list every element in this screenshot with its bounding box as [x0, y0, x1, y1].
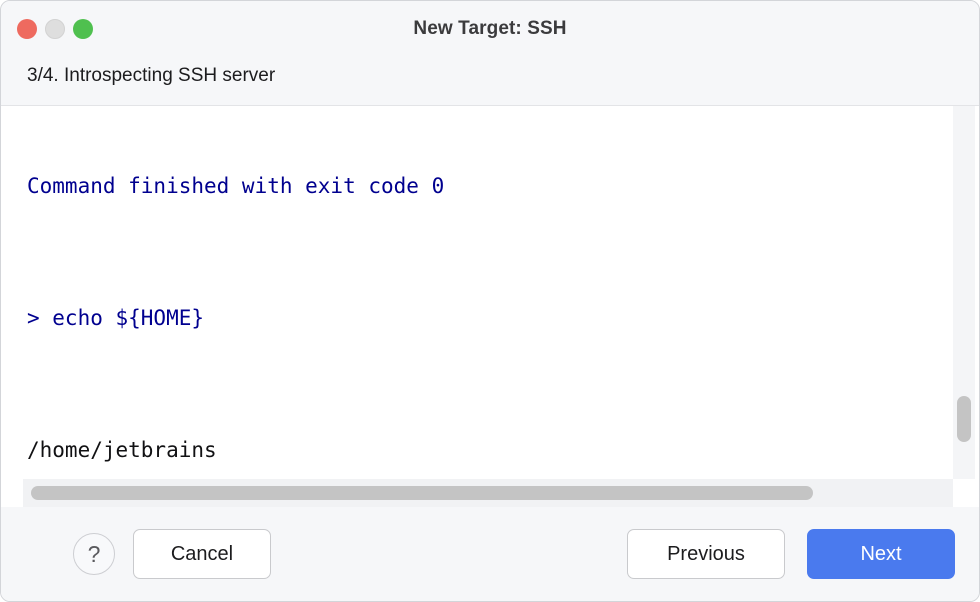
console-line: > echo ${HOME}: [27, 306, 205, 330]
minimize-window-button[interactable]: [45, 19, 65, 39]
horizontal-scrollbar-thumb[interactable]: [31, 486, 813, 500]
maximize-window-button[interactable]: [73, 19, 93, 39]
next-button[interactable]: Next: [807, 529, 955, 579]
title-bar: New Target: SSH: [1, 1, 979, 57]
new-target-ssh-dialog: New Target: SSH 3/4. Introspecting SSH s…: [0, 0, 980, 602]
dialog-footer: ? Cancel Previous Next: [1, 507, 979, 601]
help-icon[interactable]: ?: [73, 533, 115, 575]
console-line: /home/jetbrains: [27, 438, 217, 462]
footer-right-group: Previous Next: [627, 529, 955, 579]
footer-left-group: ? Cancel: [25, 529, 271, 579]
traffic-light-controls: [17, 19, 93, 39]
console-scroll-area[interactable]: Command finished with exit code 0 > echo…: [1, 106, 979, 507]
cancel-button[interactable]: Cancel: [133, 529, 271, 579]
vertical-scrollbar[interactable]: [953, 106, 975, 479]
console-text: Command finished with exit code 0 > echo…: [11, 106, 979, 507]
close-window-button[interactable]: [17, 19, 37, 39]
console-line: Command finished with exit code 0: [27, 174, 445, 198]
console-output-panel[interactable]: Command finished with exit code 0 > echo…: [1, 105, 979, 507]
step-progress-label: 3/4. Introspecting SSH server: [1, 57, 979, 105]
horizontal-scrollbar[interactable]: [23, 479, 953, 507]
previous-button[interactable]: Previous: [627, 529, 785, 579]
vertical-scrollbar-thumb[interactable]: [957, 396, 971, 442]
window-title: New Target: SSH: [413, 18, 567, 39]
